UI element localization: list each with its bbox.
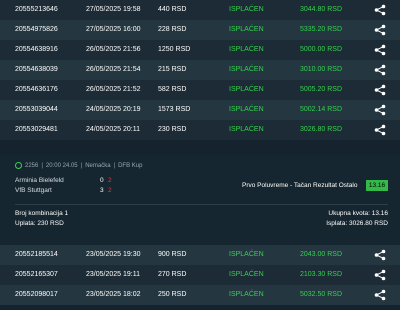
share-icon[interactable] xyxy=(374,269,386,281)
ticket-status: ISPLAĆEN xyxy=(229,26,264,33)
ticket-amount: 250 RSD xyxy=(158,291,187,298)
ticket-date: 26/05/2025 21:54 xyxy=(86,66,141,73)
ticket-status: ISPLAĆEN xyxy=(229,291,264,298)
ticket-row[interactable]: 20552165307 23/05/2025 19:11 270 RSD ISPLAĆ… xyxy=(0,265,400,285)
ticket-status: ISPLAĆEN xyxy=(229,126,264,133)
share-icon[interactable] xyxy=(374,4,386,16)
match-id: 2256 xyxy=(25,162,39,169)
ticket-id: 20552098017 xyxy=(15,291,58,298)
total-odd: Ukupna kvota: 13.16 xyxy=(328,210,388,217)
ticket-date: 26/05/2025 21:56 xyxy=(86,46,141,53)
clock-icon xyxy=(15,162,22,169)
stake: Uplata: 230 RSD xyxy=(15,220,64,227)
share-icon[interactable] xyxy=(374,249,386,261)
ticket-win: 2043.00 RSD xyxy=(300,251,343,258)
ticket-id: 20555213646 xyxy=(15,6,58,13)
ticket-win: 5005.20 RSD xyxy=(300,86,343,93)
share-icon[interactable] xyxy=(374,124,386,136)
ticket-id: 20554975826 xyxy=(15,26,58,33)
ticket-row[interactable]: 20554638916 26/05/2025 21:56 1250 RSD ISPLA… xyxy=(0,40,400,60)
away-score: 3 xyxy=(100,187,104,194)
home-score: 0 xyxy=(100,177,104,184)
ticket-row[interactable]: 20554975826 27/05/2025 16:00 228 RSD ISPLAĆ… xyxy=(0,20,400,40)
share-icon[interactable] xyxy=(374,289,386,301)
ticket-win: 3010.00 RSD xyxy=(300,66,343,73)
ticket-date: 27/05/2025 16:00 xyxy=(86,26,141,33)
ticket-win: 5335.20 RSD xyxy=(300,26,343,33)
ticket-row[interactable]: 20553029481 24/05/2025 20:11 230 RSD ISPLAĆ… xyxy=(0,120,400,140)
ticket-win: 5002.14 RSD xyxy=(300,106,343,113)
ticket-win: 3026.80 RSD xyxy=(300,126,343,133)
share-icon[interactable] xyxy=(374,24,386,36)
match-country: Nemačka xyxy=(85,162,111,169)
ticket-date: 26/05/2025 21:52 xyxy=(86,86,141,93)
share-icon[interactable] xyxy=(374,104,386,116)
ticket-amount: 440 RSD xyxy=(158,6,187,13)
share-icon[interactable] xyxy=(374,44,386,56)
ticket-id: 20554636176 xyxy=(15,86,58,93)
ticket-win: 2103.30 RSD xyxy=(300,271,343,278)
ticket-row[interactable]: 20555213646 27/05/2025 19:58 440 RSD ISPLAĆ… xyxy=(0,0,400,20)
share-icon[interactable] xyxy=(374,84,386,96)
match-time: 20:00 24.05 xyxy=(45,162,78,169)
ticket-win: 5032.50 RSD xyxy=(300,291,343,298)
ticket-row[interactable]: 20552185514 23/05/2025 19:30 900 RSD ISPLAĆ… xyxy=(0,245,400,265)
ticket-status: ISPLAĆEN xyxy=(229,66,264,73)
ticket-row[interactable]: 20554636176 26/05/2025 21:52 582 RSD ISPLAĆ… xyxy=(0,80,400,100)
ticket-date: 24/05/2025 20:11 xyxy=(86,126,140,133)
ticket-date: 27/05/2025 19:58 xyxy=(86,6,141,13)
away-score-ht: 2 xyxy=(108,187,112,194)
divider xyxy=(15,204,388,205)
share-icon[interactable] xyxy=(374,64,386,76)
ticket-status: ISPLAĆEN xyxy=(229,251,264,258)
ticket-status: ISPLAĆEN xyxy=(229,46,264,53)
ticket-date: 23/05/2025 18:02 xyxy=(86,291,141,298)
ticket-amount: 230 RSD xyxy=(158,126,187,133)
ticket-amount: 270 RSD xyxy=(158,271,187,278)
ticket-amount: 1250 RSD xyxy=(158,46,191,53)
ticket-status: ISPLAĆEN xyxy=(229,106,264,113)
ticket-date: 24/05/2025 20:19 xyxy=(86,106,141,113)
ticket-amount: 1573 RSD xyxy=(158,106,191,113)
ticket-id: 20553029481 xyxy=(15,126,58,133)
away-team: VfB Stuttgart xyxy=(15,187,52,194)
ticket-row[interactable]: 20554638039 26/05/2025 21:54 215 RSD ISPLAĆ… xyxy=(0,60,400,80)
ticket-id: 20552185514 xyxy=(15,251,58,258)
ticket-row[interactable]: 20552098017 23/05/2025 18:02 250 RSD ISPLAĆ… xyxy=(0,285,400,305)
ticket-status: ISPLAĆEN xyxy=(229,271,264,278)
ticket-id: 20552165307 xyxy=(15,271,58,278)
ticket-date: 23/05/2025 19:11 xyxy=(86,271,140,278)
ticket-amount: 900 RSD xyxy=(158,251,187,258)
ticket-status: ISPLAĆEN xyxy=(229,6,264,13)
home-score-ht: 2 xyxy=(108,177,112,184)
ticket-detail: 2256 | 20:00 24.05 | Nemačka | DFB Kup A… xyxy=(0,155,400,258)
ticket-amount: 215 RSD xyxy=(158,66,187,73)
ticket-amount: 582 RSD xyxy=(158,86,187,93)
ticket-date: 23/05/2025 19:30 xyxy=(86,251,141,258)
home-team: Arminia Bielefeld xyxy=(15,177,64,184)
ticket-row[interactable]: 20553039044 24/05/2025 20:19 1573 RSD ISPLA… xyxy=(0,100,400,120)
bet-pick: Prvo Poluvreme - Tačan Rezultat Ostalo xyxy=(242,182,358,189)
combo-count: Broj kombinacija 1 xyxy=(15,210,69,217)
bet-odd: 13.16 xyxy=(366,180,388,191)
ticket-win: 5000.00 RSD xyxy=(300,46,343,53)
payout: Isplata: 3026.80 RSD xyxy=(326,220,388,227)
ticket-amount: 228 RSD xyxy=(158,26,187,33)
ticket-id: 20554638916 xyxy=(15,46,58,53)
ticket-id: 20554638039 xyxy=(15,66,58,73)
ticket-win: 3044.80 RSD xyxy=(300,6,343,13)
match-meta: 2256 | 20:00 24.05 | Nemačka | DFB Kup xyxy=(15,162,142,169)
ticket-status: ISPLAĆEN xyxy=(229,86,264,93)
ticket-id: 20553039044 xyxy=(15,106,58,113)
match-league: DFB Kup xyxy=(118,162,143,169)
